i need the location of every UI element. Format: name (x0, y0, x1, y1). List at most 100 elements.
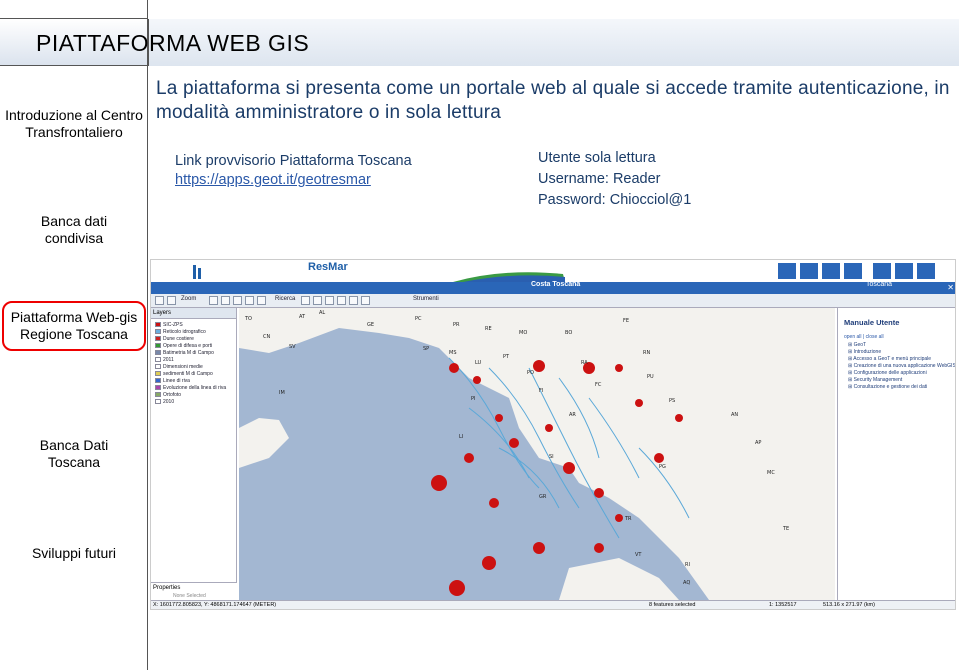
layer-item[interactable]: Opere di difesa e porti (155, 343, 212, 349)
province-label: PI (471, 396, 476, 402)
toolbar-tool-icon[interactable] (167, 296, 176, 305)
province-label: TO (244, 316, 252, 322)
user-title: Utente sola lettura (538, 150, 656, 166)
page-title: PIATTAFORMA WEB GIS (36, 30, 310, 56)
toolbar-tool-icon[interactable] (245, 296, 254, 305)
link-label: Link provvisorio Piattaforma Toscana (175, 153, 412, 169)
help-open-close-links[interactable]: open all | close all (844, 334, 884, 340)
province-label: GE (367, 322, 374, 328)
zoom-menu[interactable]: Zoom (181, 296, 196, 302)
province-label: FE (623, 318, 629, 324)
province-label: AR (569, 412, 576, 418)
layer-item[interactable]: Reticolo idrografico (155, 329, 206, 335)
toolbar-tool-icon[interactable] (337, 296, 346, 305)
nav-item-sviluppi[interactable]: Sviluppi futuri (0, 545, 148, 562)
header-icons (778, 263, 935, 279)
layer-swatch-icon (155, 322, 161, 328)
help-item[interactable]: ⊞ GeoT (848, 342, 866, 348)
toolbar-tool-icon[interactable] (325, 296, 334, 305)
help-panel: Manuale Utente open all | close all ⊞ Ge… (837, 308, 955, 600)
layer-label: Dune costiere (163, 336, 194, 342)
nav-item-banca-condivisa[interactable]: Banca dati condivisa (0, 213, 148, 247)
province-label: AN (731, 412, 738, 418)
tools-menu[interactable]: Strumenti (413, 296, 439, 302)
layer-item[interactable]: Batimetria M di Campo (155, 350, 214, 356)
help-item[interactable]: ⊞ Consultazione e gestione dei dati (848, 384, 927, 390)
layer-label: Dimensioni medie (163, 364, 203, 370)
layer-item[interactable]: Dune costiere (155, 336, 194, 342)
layer-item[interactable]: 2010 (155, 399, 174, 405)
province-label: PC (415, 316, 422, 322)
layer-swatch-icon (155, 329, 161, 335)
province-label: MS (449, 350, 457, 356)
search-menu[interactable]: Ricerca (275, 296, 295, 302)
help-item[interactable]: ⊞ Creazione di una nuova applicazione We… (848, 363, 955, 369)
province-label: LU (475, 360, 482, 366)
help-item[interactable]: ⊞ Accesso a GeoT e menù principale (848, 356, 931, 362)
toolbar-tool-icon[interactable] (233, 296, 242, 305)
layer-label: Opere di difesa e porti (163, 343, 213, 349)
province-label: RA (581, 360, 588, 366)
layer-swatch-icon (155, 357, 161, 363)
layer-item[interactable]: sedimenti M di Campo (155, 371, 213, 377)
toolbar-tool-icon[interactable] (257, 296, 266, 305)
help-item[interactable]: ⊞ Introduzione (848, 349, 881, 355)
nav-item-intro[interactable]: Introduzione al Centro Transfrontaliero (0, 107, 148, 141)
layer-item[interactable]: Linee di riva (155, 378, 190, 384)
layer-item[interactable]: Ortofoto (155, 392, 181, 398)
help-item[interactable]: ⊞ Security Management (848, 377, 902, 383)
province-label: PO (527, 370, 534, 376)
status-scale: 1: 1352517 (769, 602, 797, 608)
intro-text: La piattaforma si presenta come un porta… (156, 78, 950, 123)
layer-swatch-icon (155, 385, 161, 391)
app-header-bar: Costa Toscana Toscana ✕ (151, 281, 955, 294)
toolbar-tool-icon[interactable] (209, 296, 218, 305)
province-label: MC (767, 470, 775, 476)
username-text: Username: Reader (538, 171, 661, 187)
toolbar-tool-icon[interactable] (361, 296, 370, 305)
close-icon[interactable]: ✕ (947, 283, 954, 292)
toolbar-tool-icon[interactable] (301, 296, 310, 305)
nav-top-cell (0, 0, 148, 19)
province-label: PG (659, 464, 666, 470)
layer-swatch-icon (155, 378, 161, 384)
layers-panel: Layers SIC-ZPS Reticolo idrografico Dune c… (151, 308, 237, 588)
platform-link[interactable]: https://apps.geot.it/geotresmar (175, 171, 412, 190)
help-title: Manuale Utente (844, 318, 900, 327)
layer-swatch-icon (155, 364, 161, 370)
province-label: RN (643, 350, 650, 356)
toolbar-tool-icon[interactable] (313, 296, 322, 305)
province-label: RE (485, 326, 492, 332)
province-label: GR (539, 494, 547, 500)
status-dimensions: 513.16 x 271.97 (km) (823, 602, 875, 608)
properties-empty: None Selected (173, 593, 206, 599)
layer-label: Batimetria M di Campo (163, 350, 214, 356)
layer-label: Ortofoto (163, 392, 182, 398)
nav-item-piattaforma[interactable]: Piattaforma Web-gis Regione Toscana (2, 301, 146, 351)
layer-item[interactable]: Dimensioni medie (155, 364, 203, 370)
layer-label: Linee di riva (163, 378, 190, 384)
layer-item[interactable]: Evoluzione della linea di riva (155, 385, 226, 391)
layer-swatch-icon (155, 336, 161, 342)
nav-item-banca-toscana[interactable]: Banca Dati Toscana (0, 437, 148, 471)
layer-label: 2011 (163, 357, 174, 363)
province-label: IM (279, 390, 285, 396)
province-label: AT (299, 314, 306, 320)
province-label: SP (423, 346, 429, 352)
toolbar-tool-icon[interactable] (349, 296, 358, 305)
province-label: SI (549, 454, 554, 460)
layer-item[interactable]: 2011 (155, 357, 174, 363)
layer-label: SIC-ZPS (163, 322, 183, 328)
password-text: Password: Chiocciol@1 (538, 192, 692, 208)
toolbar-tool-icon[interactable] (221, 296, 230, 305)
status-bar: X: 1601772.805823, Y: 4868171.174647 (ME… (151, 600, 955, 609)
layers-header: Layers (151, 308, 236, 319)
layer-item[interactable]: SIC-ZPS (155, 322, 183, 328)
toolbar-tool-icon[interactable] (155, 296, 164, 305)
province-label: LI (459, 434, 463, 440)
province-label: FI (539, 388, 543, 394)
map-canvas[interactable]: AL GE PC PR RE MO BO FE SP MS LU PT FI PO RA FC RN AR SI GR… (239, 308, 835, 600)
help-item[interactable]: ⊞ Configurazione delle applicazioni (848, 370, 927, 376)
properties-header: Properties (153, 585, 181, 591)
app-title: Costa Toscana (531, 281, 581, 288)
